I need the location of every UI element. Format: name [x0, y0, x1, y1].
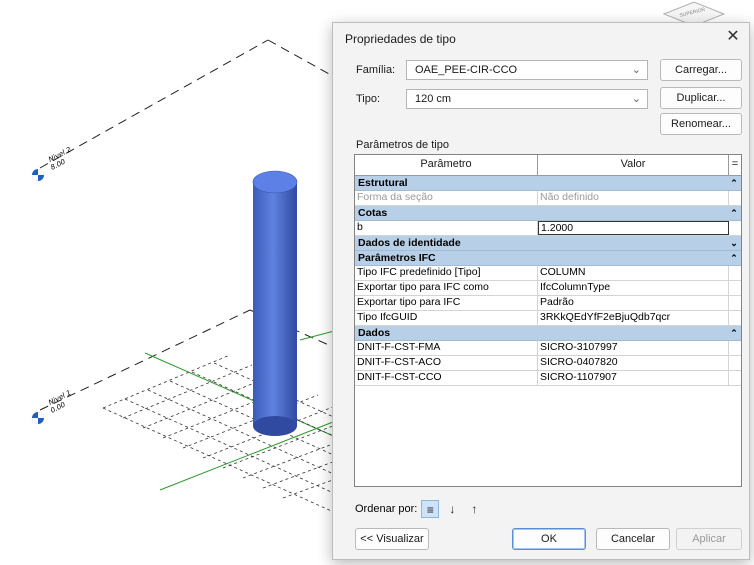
parameter-extra-cell	[729, 266, 741, 280]
group-name: Dados de identidade	[358, 237, 461, 249]
close-icon[interactable]: ✕	[723, 27, 743, 47]
parameter-row[interactable]: DNIT-F-CST-ACO SICRO-0407820	[355, 356, 741, 371]
level-1-marker[interactable]: Nivel 1 0.00	[32, 389, 73, 424]
parameter-name: Exportar tipo para IFC	[355, 296, 538, 310]
parameter-name: DNIT-F-CST-ACO	[355, 356, 538, 370]
preview-button[interactable]: << Visualizar	[355, 528, 429, 550]
group-header[interactable]: Dados de identidade ⌄	[355, 236, 741, 251]
type-value: 120 cm	[415, 93, 452, 105]
parameters-grid[interactable]: Parâmetro Valor = Estrutural ⌃ Forma da se…	[354, 154, 742, 487]
cancel-button[interactable]: Cancelar	[596, 528, 670, 550]
group-name: Estrutural	[358, 177, 408, 189]
parameter-extra-cell	[729, 296, 741, 310]
group-name: Dados	[358, 327, 391, 339]
parameter-value-input[interactable]: 1.2000	[538, 221, 729, 235]
group-header[interactable]: Cotas ⌃	[355, 206, 741, 221]
duplicate-button[interactable]: Duplicar...	[660, 87, 742, 109]
parameter-value[interactable]: SICRO-0407820	[538, 356, 729, 370]
parameter-value[interactable]: COLUMN	[538, 266, 729, 280]
collapse-chevron-icon[interactable]: ⌃	[727, 326, 741, 340]
family-value: OAE_PEE-CIR-CCO	[415, 64, 518, 76]
collapse-chevron-icon[interactable]: ⌃	[727, 176, 741, 190]
sort-ascending-icon[interactable]: ↓	[443, 500, 461, 518]
parameter-row[interactable]: DNIT-F-CST-FMA SICRO-3107997	[355, 341, 741, 356]
collapse-chevron-icon[interactable]: ⌃	[727, 206, 741, 220]
grid-lines	[144, 329, 339, 491]
sort-label: Ordenar por:	[355, 503, 418, 515]
level-2-marker[interactable]: Nivel 2 8.00	[32, 145, 73, 181]
parameter-extra-cell	[729, 191, 741, 205]
parameter-name: DNIT-F-CST-CCO	[355, 371, 538, 385]
parameter-name: Exportar tipo para IFC como	[355, 281, 538, 295]
load-button[interactable]: Carregar...	[660, 59, 742, 81]
chevron-down-icon: ⌄	[631, 93, 641, 105]
column-header-value[interactable]: Valor	[538, 155, 729, 175]
parameter-row[interactable]: Forma da seção Não definido	[355, 191, 741, 206]
parameter-row[interactable]: Exportar tipo para IFC Padrão	[355, 296, 741, 311]
collapse-chevron-icon[interactable]: ⌄	[727, 236, 741, 250]
parameter-name: Tipo IfcGUID	[355, 311, 538, 325]
parameter-extra-cell	[729, 281, 741, 295]
parameter-name: Forma da seção	[355, 191, 538, 205]
column-element[interactable]	[252, 170, 298, 436]
parameter-value[interactable]: IfcColumnType	[538, 281, 729, 295]
parameter-extra-cell	[729, 221, 741, 235]
parameter-extra-cell	[729, 341, 741, 355]
sort-descending-icon[interactable]: ↑	[465, 500, 483, 518]
family-select[interactable]: OAE_PEE-CIR-CCO ⌄	[406, 60, 648, 80]
parameter-extra-cell	[729, 371, 741, 385]
type-parameters-label: Parâmetros de tipo	[356, 139, 449, 151]
foundation-grid	[102, 354, 339, 515]
collapse-chevron-icon[interactable]: ⌃	[727, 251, 741, 265]
parameter-value[interactable]: Padrão	[538, 296, 729, 310]
type-label: Tipo:	[356, 93, 381, 105]
grid-header: Parâmetro Valor =	[355, 155, 741, 176]
parameter-value: Não definido	[538, 191, 729, 205]
parameter-value[interactable]: SICRO-1107907	[538, 371, 729, 385]
group-header[interactable]: Parâmetros IFC ⌃	[355, 251, 741, 266]
parameter-row[interactable]: DNIT-F-CST-CCO SICRO-1107907	[355, 371, 741, 386]
sort-controls: Ordenar por: ≡ ↓ ↑	[355, 500, 483, 518]
column-header-parameter[interactable]: Parâmetro	[355, 155, 538, 175]
rename-button[interactable]: Renomear...	[660, 113, 742, 135]
parameter-row[interactable]: Tipo IFC predefinido [Tipo] COLUMN	[355, 266, 741, 281]
parameter-value[interactable]: SICRO-3107997	[538, 341, 729, 355]
parameter-row[interactable]: Exportar tipo para IFC como IfcColumnType	[355, 281, 741, 296]
chevron-down-icon: ⌄	[631, 64, 641, 76]
dialog-title: Propriedades de tipo	[345, 32, 456, 46]
parameter-value[interactable]: 3RKkQEdYfF2eBjuQdb7qcr	[538, 311, 729, 325]
sort-grouped-icon[interactable]: ≡	[421, 500, 440, 518]
level-2-plane	[39, 39, 341, 169]
group-name: Cotas	[358, 207, 388, 219]
parameter-name: b	[355, 221, 538, 235]
parameter-row[interactable]: b 1.2000	[355, 221, 741, 236]
parameter-name: Tipo IFC predefinido [Tipo]	[355, 266, 538, 280]
ok-button[interactable]: OK	[512, 528, 586, 550]
parameter-extra-cell	[729, 356, 741, 370]
group-name: Parâmetros IFC	[358, 252, 436, 264]
type-select[interactable]: 120 cm ⌄	[406, 89, 648, 109]
family-label: Família:	[356, 64, 396, 76]
grid-body: Estrutural ⌃ Forma da seção Não definido Cot…	[355, 176, 741, 386]
column-header-extra[interactable]: =	[729, 155, 741, 175]
group-header[interactable]: Dados ⌃	[355, 326, 741, 341]
apply-button[interactable]: Aplicar	[676, 528, 742, 550]
group-header[interactable]: Estrutural ⌃	[355, 176, 741, 191]
parameter-extra-cell	[729, 311, 741, 325]
parameter-row[interactable]: Tipo IfcGUID 3RKkQEdYfF2eBjuQdb7qcr	[355, 311, 741, 326]
parameter-name: DNIT-F-CST-FMA	[355, 341, 538, 355]
